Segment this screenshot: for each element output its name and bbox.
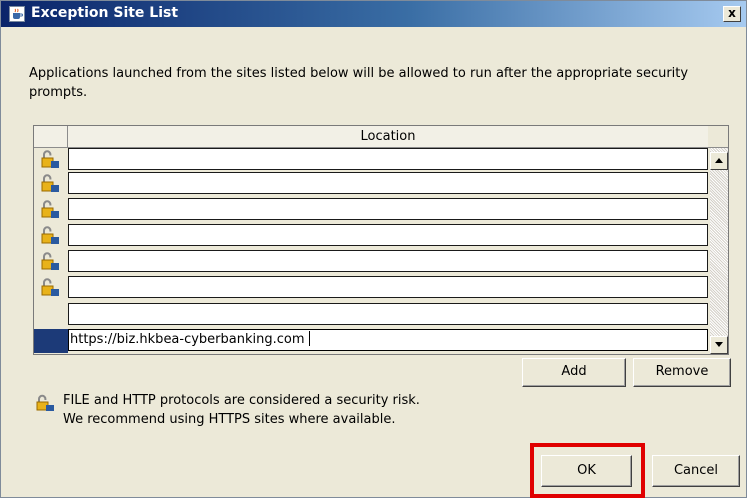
header-filler (708, 126, 728, 148)
row-icon-cell (34, 172, 68, 196)
scroll-up-button[interactable] (710, 152, 728, 170)
location-cell[interactable] (68, 172, 708, 194)
table-row[interactable] (34, 148, 708, 172)
unlocked-padlock-icon (41, 150, 59, 168)
close-button[interactable]: x (723, 6, 741, 22)
exception-site-list-dialog: Exception Site List x Applications launc… (0, 0, 747, 498)
location-column-header[interactable]: Location (68, 126, 708, 148)
row-icon-cell (34, 276, 68, 300)
java-cup-icon (9, 6, 25, 22)
unlocked-padlock-icon (41, 200, 59, 218)
location-cell[interactable] (68, 303, 708, 325)
row-icon-cell (34, 303, 68, 327)
row-icon-cell (34, 329, 68, 353)
location-input[interactable]: https://biz.hkbea-cyberbanking.com (68, 329, 708, 351)
text-caret (308, 331, 310, 346)
location-cell[interactable] (68, 224, 708, 246)
row-icon-cell (34, 224, 68, 248)
security-warning: FILE and HTTP protocols are considered a… (63, 391, 420, 429)
warning-line-2: We recommend using HTTPS sites where ava… (63, 412, 396, 427)
table-row[interactable] (34, 276, 708, 300)
unlocked-padlock-icon (41, 174, 59, 192)
scroll-down-button[interactable] (710, 336, 728, 354)
location-cell[interactable] (68, 198, 708, 220)
table-row[interactable] (34, 250, 708, 274)
site-list-table: Location https://biz.hkbea-cyberbanking.… (33, 125, 729, 355)
unlocked-padlock-icon (41, 278, 59, 296)
location-text: https://biz.hkbea-cyberbanking.com (70, 332, 305, 347)
row-icon-cell (34, 148, 68, 172)
location-cell[interactable] (68, 148, 708, 170)
table-row[interactable] (34, 172, 708, 196)
cancel-button[interactable]: Cancel (652, 455, 740, 487)
ok-button[interactable]: OK (541, 455, 632, 487)
unlocked-padlock-icon (41, 252, 59, 270)
unlocked-padlock-icon (35, 394, 55, 416)
vertical-scrollbar[interactable] (710, 148, 728, 354)
add-button[interactable]: Add (522, 358, 626, 387)
table-row[interactable]: https://biz.hkbea-cyberbanking.com (34, 329, 708, 353)
table-row[interactable] (34, 303, 708, 327)
arrow-up-icon (715, 158, 723, 163)
location-cell[interactable] (68, 250, 708, 272)
table-corner-header (34, 126, 68, 148)
row-icon-cell (34, 250, 68, 274)
location-cell[interactable] (68, 276, 708, 298)
warning-line-1: FILE and HTTP protocols are considered a… (63, 393, 420, 408)
unlocked-padlock-icon (41, 226, 59, 244)
window-title: Exception Site List (31, 5, 179, 21)
arrow-down-icon (715, 342, 723, 347)
title-bar[interactable]: Exception Site List x (1, 1, 746, 27)
intro-text: Applications launched from the sites lis… (29, 66, 689, 100)
table-row[interactable] (34, 198, 708, 222)
table-row[interactable] (34, 224, 708, 248)
row-icon-cell (34, 198, 68, 222)
remove-button[interactable]: Remove (633, 358, 731, 387)
